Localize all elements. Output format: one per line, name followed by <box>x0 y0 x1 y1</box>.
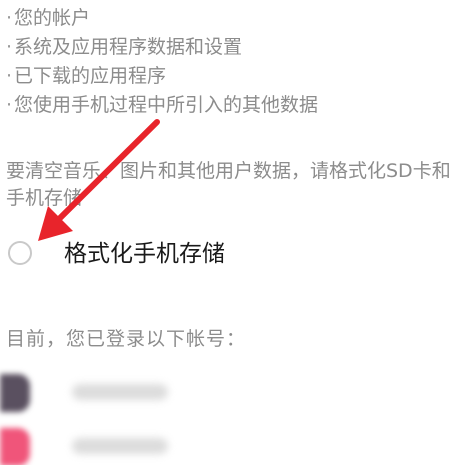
logged-in-accounts-heading: 目前，您已登录以下帐号： <box>6 328 247 350</box>
bullet-dot: · <box>5 36 13 58</box>
list-item: · 您的帐户 <box>4 4 318 33</box>
list-item-label: 系统及应用程序数据和设置 <box>14 36 243 58</box>
list-item: · 您使用手机过程中所引入的其他数据 <box>4 91 318 120</box>
account-name-redacted <box>72 438 168 454</box>
list-item-label: 已下载的应用程序 <box>14 65 167 87</box>
bullet-dot: · <box>5 94 13 116</box>
format-phone-storage-radio[interactable] <box>8 241 32 265</box>
account-name-redacted <box>72 384 168 400</box>
format-phone-storage-label: 格式化手机存储 <box>64 241 225 267</box>
list-item: · 已下载的应用程序 <box>4 62 318 91</box>
account-icon <box>0 374 30 412</box>
account-row[interactable] <box>0 424 470 465</box>
list-item: · 系统及应用程序数据和设置 <box>4 33 318 62</box>
data-to-erase-list: · 您的帐户 · 系统及应用程序数据和设置 · 已下载的应用程序 · 您使用手机过程中所… <box>4 4 318 120</box>
list-item-label: 您使用手机过程中所引入的其他数据 <box>14 94 319 116</box>
account-row[interactable] <box>0 370 470 416</box>
format-phone-storage-option[interactable]: 格式化手机存储 <box>0 230 470 282</box>
account-icon <box>0 428 30 465</box>
bullet-dot: · <box>5 65 13 87</box>
format-sd-note: 要清空音乐、图片和其他用户数据，请格式化SD卡和手机存储 <box>6 160 451 209</box>
bullet-dot: · <box>5 7 13 29</box>
reset-confirmation-screen: · 您的帐户 · 系统及应用程序数据和设置 · 已下载的应用程序 · 您使用手机过程中所… <box>0 0 470 465</box>
list-item-label: 您的帐户 <box>14 7 91 29</box>
